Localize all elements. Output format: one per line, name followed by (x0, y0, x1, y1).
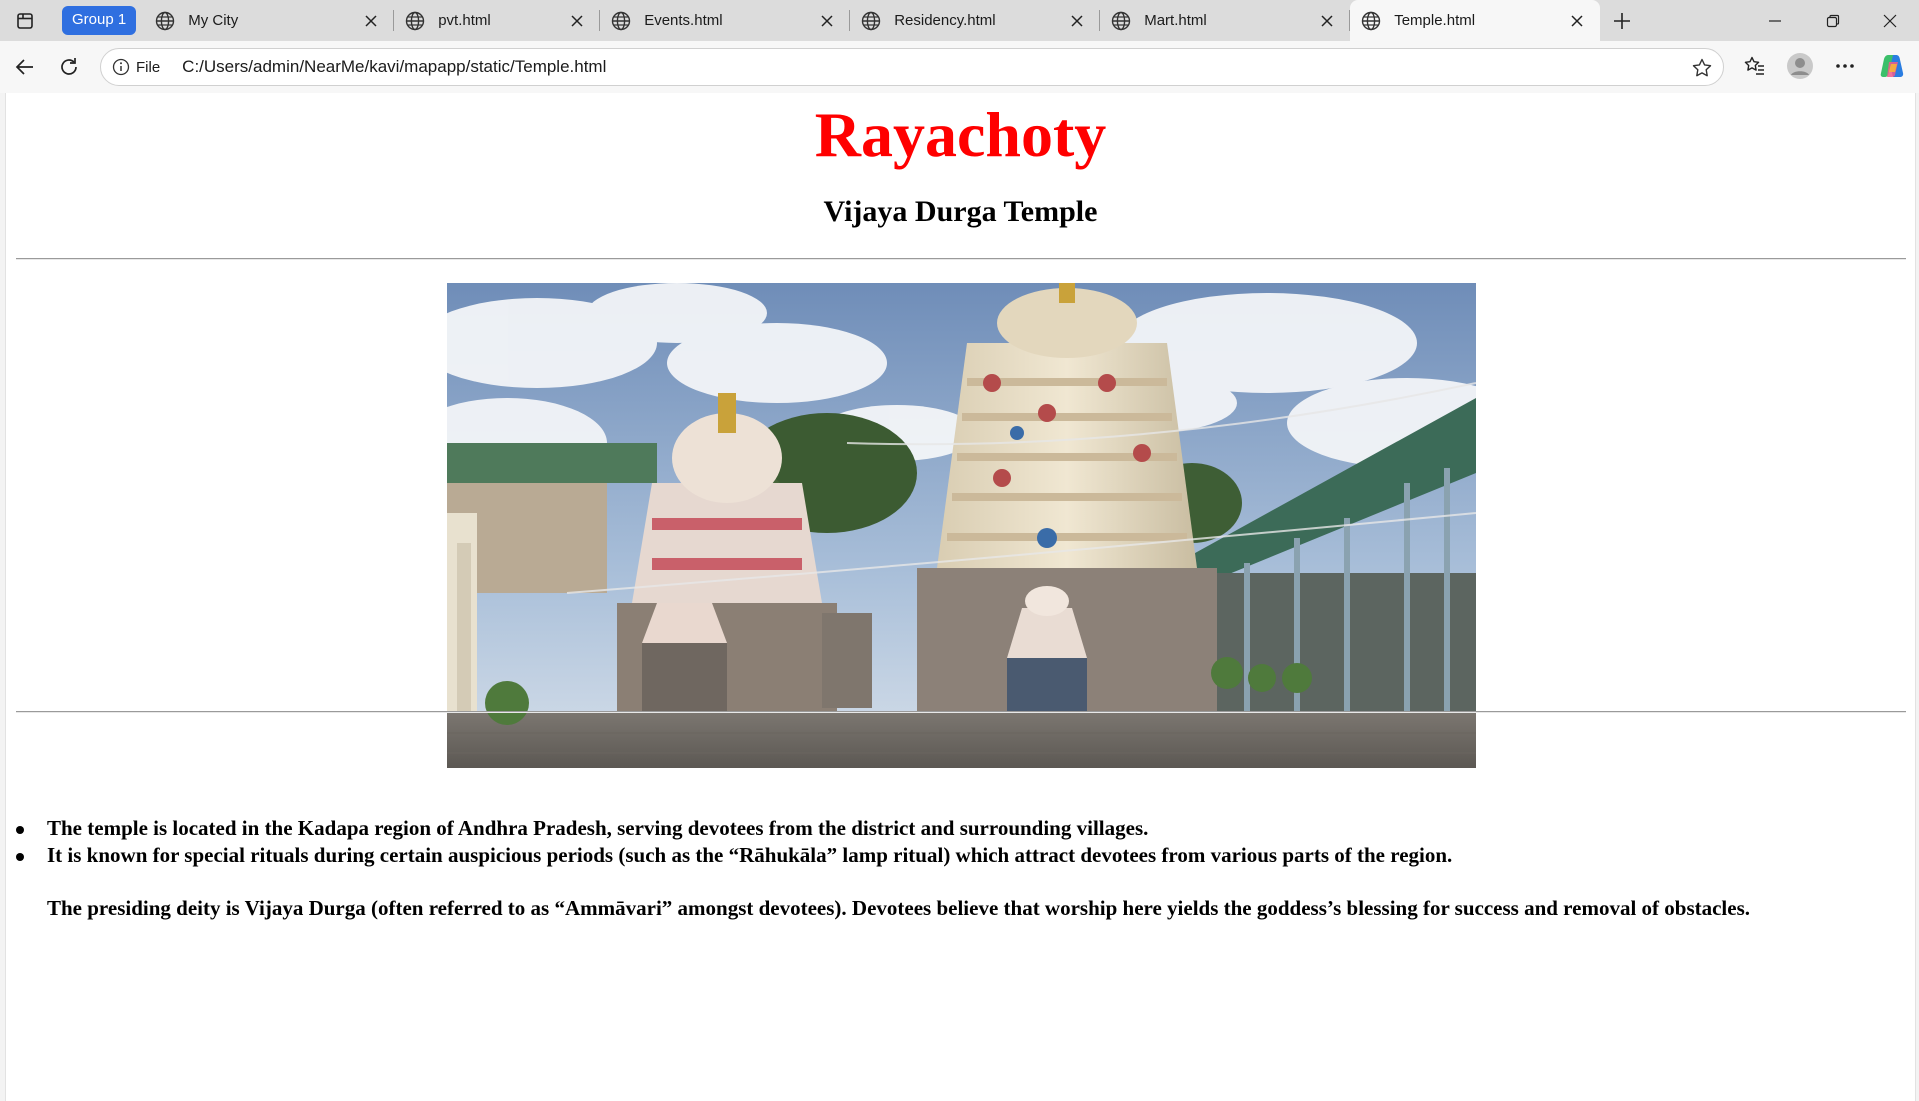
settings-menu-button[interactable] (1823, 44, 1867, 88)
copilot-button[interactable] (1871, 44, 1915, 88)
url-text[interactable]: C:/Users/admin/NearMe/kavi/mapapp/static… (182, 57, 606, 77)
tab-my-city[interactable]: My City (144, 0, 395, 41)
tab-title: Temple.html (1394, 12, 1476, 29)
facts-list: The temple is located in the Kadapa regi… (6, 815, 1897, 922)
tab-title: Events.html (644, 12, 723, 29)
tab-title: pvt.html (438, 12, 491, 29)
favorite-star-icon[interactable] (1691, 57, 1713, 79)
refresh-button[interactable] (47, 45, 91, 89)
close-icon[interactable] (1068, 12, 1086, 30)
tab-title: Residency.html (894, 12, 996, 29)
refresh-icon (61, 58, 77, 75)
tab-group-chip[interactable]: Group 1 (62, 6, 137, 35)
tab-pvt[interactable]: pvt.html (394, 0, 601, 41)
minimize-icon (1769, 19, 1781, 22)
restore-icon (1826, 14, 1840, 27)
back-arrow-icon (15, 59, 33, 75)
new-tab-button[interactable] (1600, 0, 1644, 41)
divider (16, 711, 1906, 713)
page-title: Rayachoty (814, 99, 1107, 170)
tab-strip: Group 1 My City pvt.html Events.html Res… (0, 0, 1919, 41)
favorites-icon (1744, 56, 1764, 75)
navigation-toolbar: File C:/Users/admin/NearMe/kavi/mapapp/s… (0, 41, 1919, 93)
info-icon[interactable] (112, 58, 130, 76)
plus-icon (1614, 12, 1631, 29)
avatar-icon (1787, 53, 1813, 79)
address-bar[interactable]: File C:/Users/admin/NearMe/kavi/mapapp/s… (100, 48, 1724, 86)
favorites-button[interactable] (1733, 44, 1777, 88)
list-item: The presiding deity is Vijaya Durga (oft… (47, 896, 1751, 920)
close-icon[interactable] (818, 12, 836, 30)
profile-button[interactable] (1778, 44, 1822, 88)
more-dots-icon (1836, 64, 1854, 68)
tab-events[interactable]: Events.html (600, 0, 851, 41)
divider (16, 258, 1906, 260)
close-icon[interactable] (1568, 12, 1586, 30)
tab-mart[interactable]: Mart.html (1100, 0, 1351, 41)
tab-title: Mart.html (1144, 12, 1207, 29)
globe-icon (156, 11, 175, 30)
close-icon[interactable] (1318, 12, 1336, 30)
globe-icon (1362, 11, 1381, 30)
close-icon[interactable] (568, 12, 586, 30)
tab-actions-icon (17, 12, 33, 29)
list-item: It is known for special rituals during c… (16, 842, 1897, 869)
restore-button[interactable] (1804, 0, 1862, 41)
tab-residency[interactable]: Residency.html (850, 0, 1101, 41)
tab-temple[interactable]: Temple.html (1350, 0, 1601, 41)
close-window-button[interactable] (1861, 0, 1919, 41)
tab-actions-button[interactable] (0, 0, 50, 41)
list-item: The temple is located in the Kadapa regi… (16, 815, 1897, 842)
tab-title: My City (188, 12, 239, 29)
page-subtitle: Vijaya Durga Temple (823, 195, 1098, 228)
back-button[interactable] (3, 45, 47, 89)
copilot-icon (1880, 55, 1904, 77)
close-icon[interactable] (362, 12, 380, 30)
minimize-button[interactable] (1746, 0, 1804, 41)
close-icon (1883, 14, 1897, 27)
globe-icon (1112, 11, 1131, 30)
site-scheme-label[interactable]: File (136, 59, 160, 76)
globe-icon (862, 11, 881, 30)
temple-photo (447, 283, 1476, 768)
web-page: Rayachoty Vijaya Durga Temple The temple… (5, 93, 1916, 1101)
globe-icon (612, 11, 631, 30)
globe-icon (406, 11, 425, 30)
